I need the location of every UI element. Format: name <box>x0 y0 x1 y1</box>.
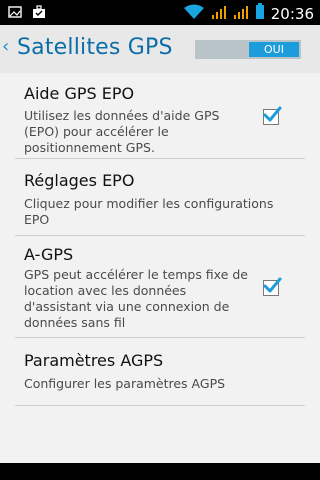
briefcase-icon <box>32 4 46 23</box>
pref-row-a-gps[interactable]: A-GPS GPS peut accélérer le temps fixe d… <box>15 236 305 338</box>
pref-title: Réglages EPO <box>24 171 135 190</box>
checkmark-icon <box>263 106 282 122</box>
status-left-icons <box>8 4 46 23</box>
page-title: Satellites GPS <box>17 35 173 60</box>
navigation-bar <box>0 463 320 480</box>
pref-summary: Utilisez les données d'aide GPS (EPO) po… <box>24 108 220 155</box>
checkbox-a-gps[interactable] <box>263 277 282 296</box>
pref-summary: Configurer les paramètres AGPS <box>24 376 226 391</box>
pref-row-reglages-epo[interactable]: Réglages EPO Cliquez pour modifier les c… <box>15 159 305 236</box>
master-toggle[interactable]: OUI <box>195 40 301 59</box>
battery-icon <box>255 3 265 24</box>
toggle-label: OUI <box>249 42 299 57</box>
pref-row-aide-gps-epo[interactable]: Aide GPS EPO Utilisez les données d'aide… <box>15 73 305 159</box>
pref-title: Paramètres AGPS <box>24 351 164 370</box>
pref-title: Aide GPS EPO <box>24 84 135 103</box>
signal-icon-1 <box>211 4 227 24</box>
status-bar: 20:36 <box>0 0 320 25</box>
pref-row-parametres-agps[interactable]: Paramètres AGPS Configurer les paramètre… <box>15 338 305 406</box>
action-bar: ‹ Satellites GPS OUI <box>0 25 320 73</box>
status-right-icons: 20:36 <box>183 3 314 24</box>
checkbox-aide-gps-epo[interactable] <box>263 106 282 125</box>
checkmark-icon <box>263 277 282 293</box>
pref-summary: GPS peut accélérer le temps fixe de loca… <box>24 267 248 330</box>
back-icon[interactable]: ‹ <box>2 36 9 58</box>
image-icon <box>8 4 22 23</box>
signal-icon-2 <box>233 4 249 24</box>
pref-title: A-GPS <box>24 245 74 264</box>
status-time: 20:36 <box>270 4 314 23</box>
wifi-icon <box>183 4 205 24</box>
pref-summary: Cliquez pour modifier les configurations… <box>24 196 274 227</box>
